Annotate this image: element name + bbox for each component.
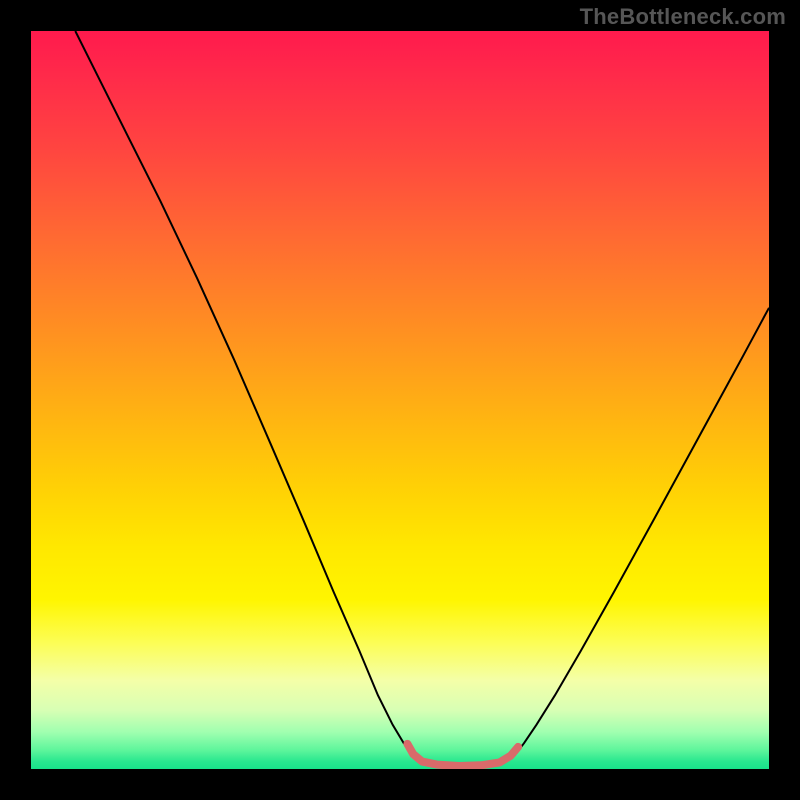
curve-layer (31, 31, 769, 769)
curve-valley-floor (407, 744, 518, 766)
curve-left-branch (75, 31, 415, 756)
curve-right-branch (514, 308, 769, 756)
plot-area (31, 31, 769, 769)
chart-frame: TheBottleneck.com (0, 0, 800, 800)
watermark-text: TheBottleneck.com (580, 4, 786, 30)
